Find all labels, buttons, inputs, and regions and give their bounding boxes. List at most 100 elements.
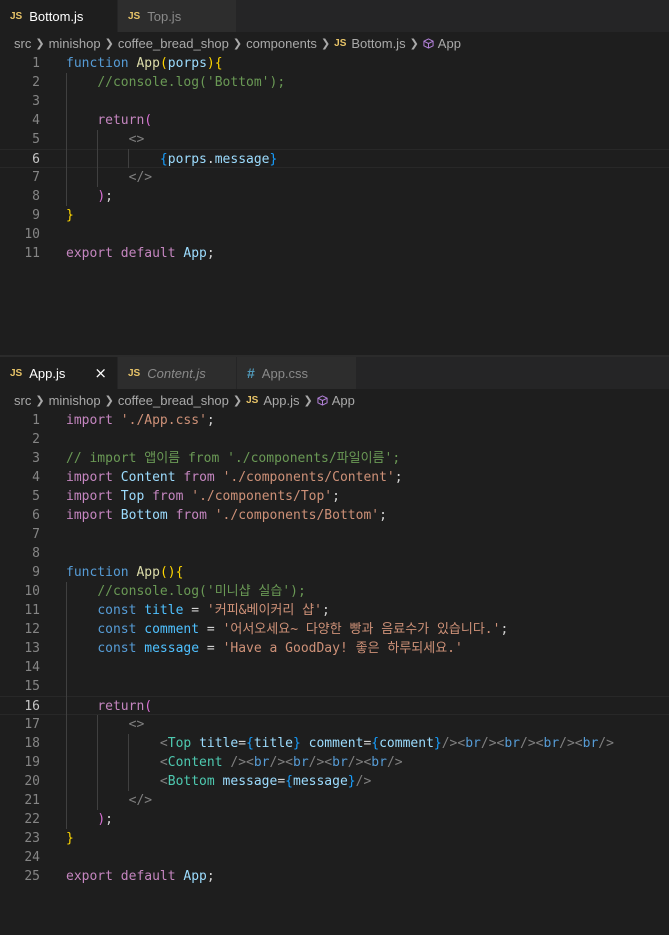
- breadcrumb-item[interactable]: components: [246, 36, 317, 51]
- breadcrumb-item[interactable]: minishop: [49, 36, 101, 51]
- code-token: <: [159, 755, 168, 770]
- code-line[interactable]: 1 import './App.css';: [0, 411, 669, 430]
- code-token: {: [285, 774, 293, 789]
- code-line[interactable]: 12 const comment = '어서오세요~ 다양한 빵과 음료수가 있…: [0, 620, 669, 639]
- code-line[interactable]: 21 </>: [0, 791, 669, 810]
- code-line[interactable]: 13 const message = 'Have a GoodDay! 좋은 하…: [0, 639, 669, 658]
- code-token: // import 앱이름 from './components/파일이름';: [66, 451, 401, 466]
- code-line[interactable]: 17 <>: [0, 715, 669, 734]
- code-line[interactable]: 20 <Bottom message={message}/>: [0, 772, 669, 791]
- code-line[interactable]: 22 );: [0, 810, 669, 829]
- code-text: //console.log('Bottom');: [66, 73, 285, 92]
- code-editor-top[interactable]: 1 function App(porps){2 //console.log('Bo…: [0, 54, 669, 263]
- code-line[interactable]: 2 //console.log('Bottom');: [0, 73, 669, 92]
- code-line[interactable]: 4 import Content from './components/Conte…: [0, 468, 669, 487]
- code-line[interactable]: 18 <Top title={title} comment={comment}/…: [0, 734, 669, 753]
- breadcrumb-item[interactable]: App: [332, 393, 355, 408]
- code-line[interactable]: 7 </>: [0, 168, 669, 187]
- code-token: porps: [167, 152, 207, 167]
- code-token: ;: [379, 508, 387, 523]
- code-token: ;: [394, 470, 403, 485]
- code-token: '어서오세요~ 다양한 빵과 음료수가 있습니다.': [222, 622, 501, 637]
- breadcrumb-item[interactable]: minishop: [49, 393, 101, 408]
- tab-top-js[interactable]: JS Top.js: [118, 0, 237, 32]
- breadcrumb-item[interactable]: src: [14, 36, 31, 51]
- code-line[interactable]: 25 export default App;: [0, 867, 669, 886]
- code-line[interactable]: 19 <Content /><br/><br/><br/><br/>: [0, 753, 669, 772]
- indent-guide: [128, 149, 129, 168]
- line-number: 7: [32, 170, 40, 185]
- code-text: const message = 'Have a GoodDay! 좋은 하루되세…: [66, 639, 463, 658]
- code-line[interactable]: 5 <>: [0, 130, 669, 149]
- code-token: title: [199, 736, 239, 751]
- chevron-right-icon: ❯: [303, 393, 313, 407]
- breadcrumb-item[interactable]: coffee_bread_shop: [118, 36, 229, 51]
- code-line[interactable]: 1 function App(porps){: [0, 54, 669, 73]
- code-token: Top: [120, 489, 153, 504]
- code-token: }: [347, 774, 356, 789]
- tab-app-css[interactable]: # App.css: [237, 357, 357, 389]
- close-icon[interactable]: ×: [94, 364, 107, 382]
- code-token: './App.css': [120, 413, 207, 428]
- code-line[interactable]: 9 function App(){: [0, 563, 669, 582]
- code-token: br: [371, 755, 387, 770]
- code-line[interactable]: 24: [0, 848, 669, 867]
- code-line[interactable]: 10: [0, 225, 669, 244]
- code-line[interactable]: 3: [0, 92, 669, 111]
- tab-app-js[interactable]: JS App.js ×: [0, 357, 118, 389]
- code-token: Top: [167, 736, 200, 751]
- code-line[interactable]: 8 );: [0, 187, 669, 206]
- code-line[interactable]: 16 return(: [0, 696, 669, 715]
- code-token: =: [277, 774, 286, 789]
- breadcrumb-item[interactable]: Bottom.js: [351, 36, 405, 51]
- tab-label: App.css: [261, 365, 309, 381]
- code-editor-bottom[interactable]: 1 import './App.css'; 2 3// import 앱이름 from…: [0, 411, 669, 886]
- code-line[interactable]: 14: [0, 658, 669, 677]
- code-line[interactable]: 23}: [0, 829, 669, 848]
- tab-content-js[interactable]: JS Content.js: [118, 357, 237, 389]
- code-line[interactable]: 8: [0, 544, 669, 563]
- code-line[interactable]: 15: [0, 677, 669, 696]
- code-token: ): [97, 189, 106, 204]
- javascript-file-icon: JS: [334, 37, 347, 49]
- code-token: ;: [500, 622, 509, 637]
- line-number: 7: [32, 527, 40, 542]
- code-line[interactable]: 11 export default App;: [0, 244, 669, 263]
- line-number: 1: [32, 413, 40, 428]
- code-token: .: [206, 152, 215, 167]
- line-number: 10: [24, 227, 40, 242]
- code-line[interactable]: 6 {porps.message}: [0, 149, 669, 168]
- code-line[interactable]: 2: [0, 430, 669, 449]
- code-token: message: [293, 774, 348, 789]
- code-token: '커피&베이커리 샵': [206, 603, 322, 618]
- breadcrumb-item[interactable]: App: [438, 36, 461, 51]
- symbol-method-icon: [423, 37, 434, 49]
- line-number: 23: [24, 831, 40, 846]
- code-line[interactable]: 3 // import 앱이름 from './components/파일이름';: [0, 449, 669, 468]
- code-token: './components/Top': [191, 489, 333, 504]
- code-token: <: [159, 736, 168, 751]
- code-text: </>: [66, 791, 152, 810]
- code-line[interactable]: 4 return(: [0, 111, 669, 130]
- line-number: 4: [32, 470, 40, 485]
- code-line[interactable]: 10 //console.log('미니샵 실습');: [0, 582, 669, 601]
- code-line[interactable]: 7: [0, 525, 669, 544]
- code-line[interactable]: 5 import Top from './components/Top';: [0, 487, 669, 506]
- breadcrumb-item[interactable]: coffee_bread_shop: [118, 393, 229, 408]
- code-line[interactable]: 11 const title = '커피&베이커리 샵';: [0, 601, 669, 620]
- code-token: /><: [347, 755, 372, 770]
- line-number: 18: [24, 736, 40, 751]
- code-token: function: [66, 56, 137, 71]
- code-line[interactable]: 9}: [0, 206, 669, 225]
- code-token: comment: [308, 736, 364, 751]
- breadcrumb-item[interactable]: App.js: [263, 393, 299, 408]
- code-text: return(: [66, 697, 152, 716]
- code-token: comment: [379, 736, 434, 751]
- code-text: }: [66, 829, 74, 848]
- tab-bottom-js[interactable]: JS Bottom.js: [0, 0, 118, 32]
- breadcrumb-item[interactable]: src: [14, 393, 31, 408]
- code-line[interactable]: 6 import Bottom from './components/Bottom…: [0, 506, 669, 525]
